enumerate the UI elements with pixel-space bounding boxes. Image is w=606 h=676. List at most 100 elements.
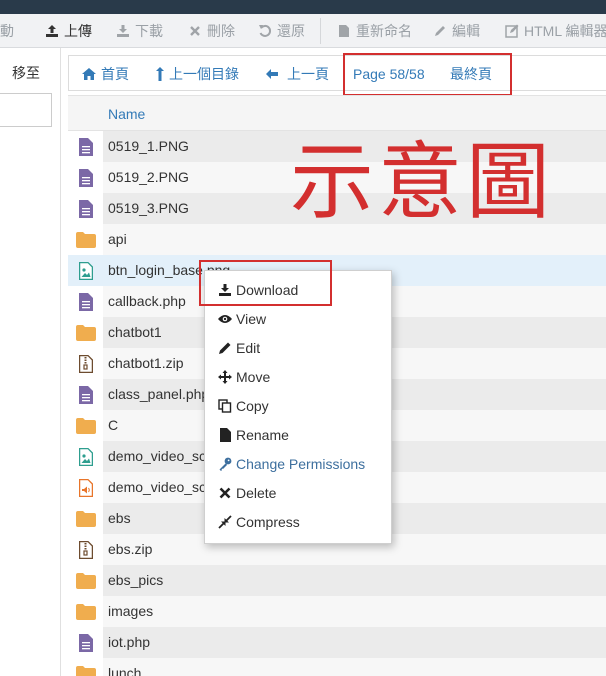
move-arrows-icon <box>217 369 233 385</box>
context-copy[interactable]: Copy <box>217 395 269 417</box>
rename-icon <box>336 23 352 39</box>
delete-label: 刪除 <box>207 23 235 39</box>
image-file-icon <box>68 441 103 472</box>
table-row[interactable]: images <box>68 596 606 627</box>
home-label: 首頁 <box>101 66 129 82</box>
folder-icon <box>68 317 103 348</box>
document-icon <box>68 162 103 193</box>
move-button[interactable]: 移動 <box>0 14 14 48</box>
home-link[interactable]: 首頁 <box>81 64 129 84</box>
previous-page-label: 上一頁 <box>287 66 329 82</box>
up-directory-link[interactable]: 上一個目錄 <box>155 64 239 84</box>
key-icon <box>217 456 233 472</box>
file-name[interactable]: chatbot1 <box>108 324 162 340</box>
file-name[interactable]: callback.php <box>108 293 186 309</box>
sample-watermark: 示意圖 <box>290 133 555 231</box>
table-row[interactable]: iot.php <box>68 627 606 658</box>
edit-icon <box>432 23 448 39</box>
document-icon <box>68 627 103 658</box>
download-button[interactable]: 下載 <box>115 14 163 48</box>
file-name[interactable]: demo_video_sc <box>108 479 206 495</box>
context-view-label: View <box>236 311 267 327</box>
file-name[interactable]: class_panel.php <box>108 386 209 402</box>
upload-button[interactable]: 上傳 <box>44 14 92 48</box>
file-name[interactable]: ebs.zip <box>108 541 152 557</box>
restore-button[interactable]: 還原 <box>257 14 305 48</box>
zip-file-icon <box>68 534 103 565</box>
file-name[interactable]: 0519_3.PNG <box>108 200 189 216</box>
context-move[interactable]: Move <box>217 366 270 388</box>
table-row[interactable]: ebs_pics <box>68 565 606 596</box>
file-icon <box>217 427 233 443</box>
context-copy-label: Copy <box>236 398 269 414</box>
compress-icon <box>217 514 233 530</box>
level-up-icon <box>156 67 164 81</box>
restore-label: 還原 <box>277 23 305 39</box>
context-compress-label: Compress <box>236 514 300 530</box>
left-panel <box>0 48 60 676</box>
name-column-header[interactable]: Name <box>108 106 145 122</box>
folder-icon <box>68 224 103 255</box>
upload-icon <box>44 23 60 39</box>
download-label: 下載 <box>135 23 163 39</box>
rename-label: 重新命名 <box>356 23 412 39</box>
folder-icon <box>68 596 103 627</box>
context-menu: Download View Edit Move Copy Rename Chan… <box>204 270 392 544</box>
file-name[interactable]: ebs_pics <box>108 572 163 588</box>
context-view[interactable]: View <box>217 308 266 330</box>
file-name[interactable]: 0519_2.PNG <box>108 169 189 185</box>
context-rename[interactable]: Rename <box>217 424 289 446</box>
name-cell: images <box>103 596 606 627</box>
image-file-icon <box>68 255 103 286</box>
file-name[interactable]: api <box>108 231 127 247</box>
goto-input[interactable] <box>0 93 52 127</box>
document-icon <box>68 131 103 162</box>
file-manager-page: 移動 上傳 下載 刪除 還原 <box>0 0 606 676</box>
rename-button[interactable]: 重新命名 <box>336 14 412 48</box>
file-name[interactable]: C <box>108 417 118 433</box>
download-icon <box>115 23 131 39</box>
html-editor-button[interactable]: HTML 編輯器 <box>504 14 606 48</box>
table-row[interactable]: lunch <box>68 658 606 676</box>
context-delete[interactable]: Delete <box>217 482 276 504</box>
toolbar: 移動 上傳 下載 刪除 還原 <box>0 14 606 48</box>
context-change-permissions-label: Change Permissions <box>236 456 366 472</box>
zip-file-icon <box>68 348 103 379</box>
document-icon <box>68 379 103 410</box>
up-directory-label: 上一個目錄 <box>169 66 239 82</box>
document-icon <box>68 193 103 224</box>
file-name[interactable]: chatbot1.zip <box>108 355 184 371</box>
html-editor-label: HTML 編輯器 <box>524 23 606 39</box>
home-icon <box>82 68 96 80</box>
copy-icon <box>217 398 233 414</box>
goto-label: 移至 <box>12 65 40 81</box>
file-name[interactable]: 0519_1.PNG <box>108 138 189 154</box>
file-name[interactable]: images <box>108 603 153 619</box>
table-header: Name <box>68 95 606 131</box>
file-name[interactable]: iot.php <box>108 634 150 650</box>
context-edit[interactable]: Edit <box>217 337 260 359</box>
top-strip <box>0 0 606 14</box>
arrow-left-icon <box>266 69 278 79</box>
file-name[interactable]: ebs <box>108 510 131 526</box>
delete-button[interactable]: 刪除 <box>187 14 235 48</box>
upload-label: 上傳 <box>64 23 92 39</box>
context-change-permissions[interactable]: Change Permissions <box>217 453 365 475</box>
pencil-icon <box>217 340 233 356</box>
download-highlight-annotation <box>199 260 332 306</box>
file-name[interactable]: lunch <box>108 665 141 676</box>
context-compress[interactable]: Compress <box>217 511 300 533</box>
name-cell: ebs_pics <box>103 565 606 596</box>
context-delete-label: Delete <box>236 485 277 501</box>
folder-icon <box>68 410 103 441</box>
edit-label: 編輯 <box>452 23 480 39</box>
document-icon <box>68 286 103 317</box>
file-name[interactable]: demo_video_sc <box>108 448 206 464</box>
context-move-label: Move <box>236 369 271 385</box>
restore-icon <box>257 23 273 39</box>
previous-page-link[interactable]: 上一頁 <box>265 64 329 84</box>
audio-file-icon <box>68 472 103 503</box>
context-edit-label: Edit <box>236 340 261 356</box>
toolbar-divider <box>320 18 321 44</box>
edit-button[interactable]: 編輯 <box>432 14 480 48</box>
